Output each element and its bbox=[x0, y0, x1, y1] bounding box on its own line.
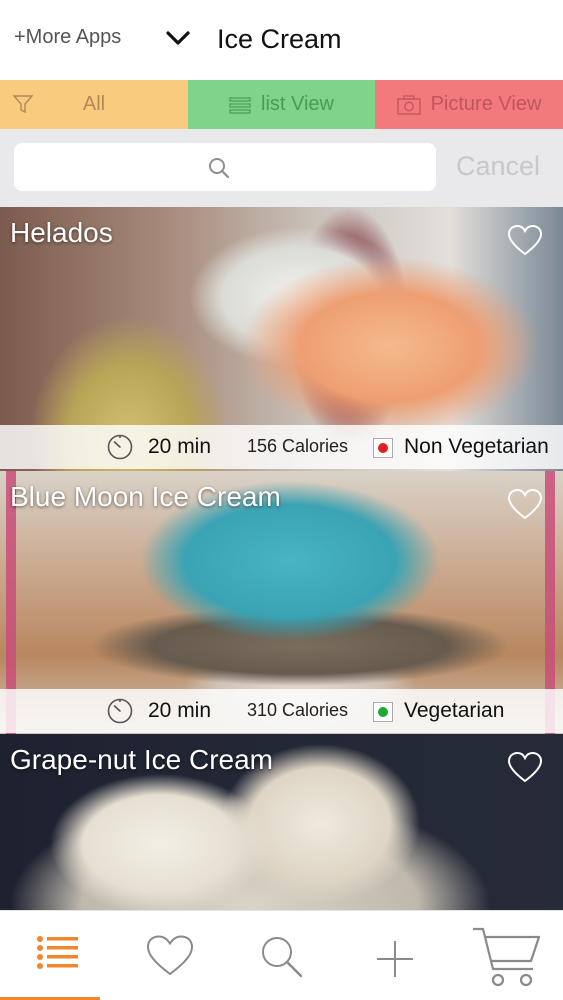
filter-funnel-icon bbox=[12, 95, 34, 114]
heart-icon[interactable] bbox=[507, 751, 543, 789]
recipe-info-bar: 20 min 156 Calories Non Vegetarian bbox=[0, 425, 563, 469]
more-apps-link[interactable]: +More Apps bbox=[14, 26, 121, 49]
search-icon bbox=[209, 158, 230, 179]
list-icon[interactable] bbox=[36, 935, 80, 976]
recipe-info-bar: 20 min 310 Calories Vegetarian bbox=[0, 689, 563, 733]
heart-icon[interactable] bbox=[507, 224, 543, 262]
picture-view-button[interactable]: Picture View bbox=[375, 80, 563, 129]
filter-all-label: All bbox=[82, 93, 106, 115]
timer-icon bbox=[107, 434, 133, 460]
recipe-card[interactable]: Blue Moon Ice Cream 20 min 310 Calories … bbox=[0, 471, 563, 734]
search-bar: Cancel bbox=[0, 129, 563, 207]
calories: 156 Calories bbox=[247, 436, 349, 456]
recipe-title[interactable]: Blue Moon Ice Cream bbox=[10, 481, 281, 513]
list-lines-icon bbox=[229, 96, 251, 114]
filter-all-button[interactable]: All bbox=[0, 80, 188, 129]
heart-icon[interactable] bbox=[507, 488, 543, 526]
camera-icon bbox=[396, 94, 421, 115]
picture-view-label: Picture View bbox=[430, 93, 542, 115]
recipe-title[interactable]: Helados bbox=[10, 217, 113, 249]
list-view-label: list View bbox=[261, 93, 334, 115]
chevron-down-icon[interactable] bbox=[164, 26, 192, 50]
diet-label: Non Vegetarian bbox=[404, 435, 549, 458]
list-view-button[interactable]: list View bbox=[188, 80, 375, 129]
cook-time: 20 min bbox=[148, 699, 212, 722]
bottom-tab-bar bbox=[0, 910, 563, 1000]
plus-icon[interactable] bbox=[375, 939, 415, 984]
veg-indicator-icon bbox=[373, 702, 393, 722]
recipe-card[interactable]: Helados 20 min 156 Calories Non Vegetari… bbox=[0, 207, 563, 471]
cook-time: 20 min bbox=[148, 435, 212, 458]
calories: 310 Calories bbox=[247, 700, 349, 720]
timer-icon bbox=[107, 698, 133, 724]
recipe-card[interactable]: Grape-nut Ice Cream bbox=[0, 734, 563, 910]
search-tab-icon[interactable] bbox=[260, 935, 304, 984]
view-filter-bar: All list View Picture View bbox=[0, 80, 563, 129]
search-input[interactable] bbox=[14, 143, 436, 191]
diet-label: Vegetarian bbox=[404, 699, 505, 722]
recipe-title[interactable]: Grape-nut Ice Cream bbox=[10, 744, 273, 776]
header: +More Apps Ice Cream bbox=[0, 0, 563, 80]
cart-icon[interactable] bbox=[471, 925, 543, 994]
page-title[interactable]: Ice Cream bbox=[217, 24, 342, 55]
cancel-button[interactable]: Cancel bbox=[456, 151, 540, 182]
favorites-heart-icon[interactable] bbox=[146, 935, 194, 982]
non-veg-indicator-icon bbox=[373, 438, 393, 458]
